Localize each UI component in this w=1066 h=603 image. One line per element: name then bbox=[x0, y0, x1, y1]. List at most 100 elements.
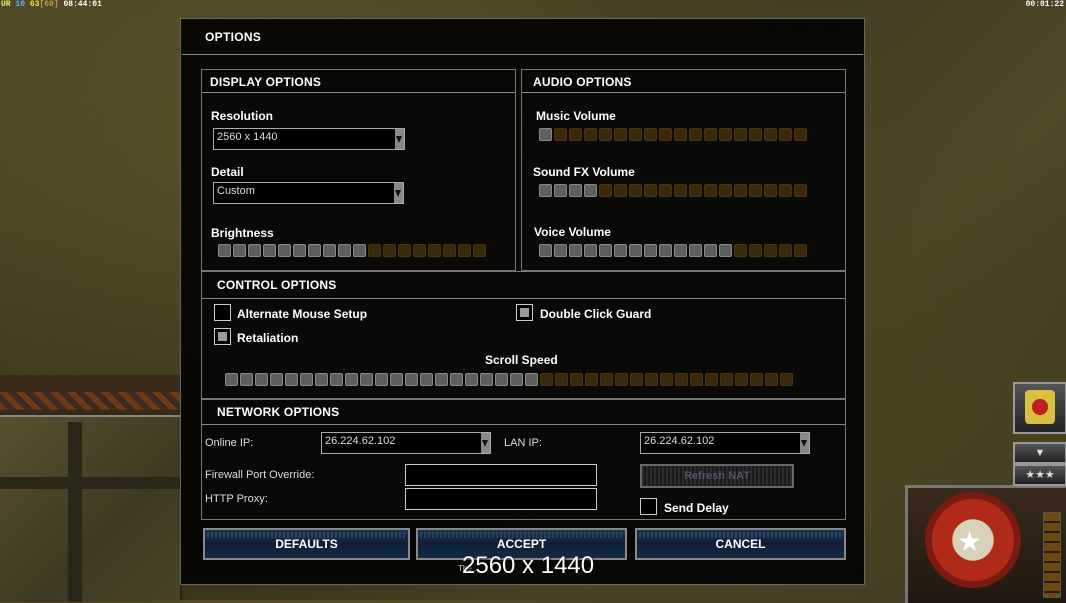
defaults-button[interactable]: DEFAULTS bbox=[203, 528, 410, 560]
scroll-speed-slider[interactable] bbox=[225, 373, 793, 386]
slider-segment[interactable] bbox=[255, 373, 268, 386]
double-click-guard-checkbox[interactable] bbox=[516, 304, 533, 321]
slider-segment[interactable] bbox=[629, 244, 642, 257]
slider-segment[interactable] bbox=[554, 128, 567, 141]
online-ip-select[interactable]: 26.224.62.102 bbox=[321, 432, 491, 454]
slider-segment[interactable] bbox=[338, 244, 351, 257]
cancel-button[interactable]: CANCEL bbox=[635, 528, 846, 560]
slider-segment[interactable] bbox=[735, 373, 748, 386]
slider-segment[interactable] bbox=[375, 373, 388, 386]
slider-segment[interactable] bbox=[278, 244, 291, 257]
slider-segment[interactable] bbox=[719, 184, 732, 197]
slider-segment[interactable] bbox=[233, 244, 246, 257]
lan-ip-select[interactable]: 26.224.62.102 bbox=[640, 432, 810, 454]
slider-segment[interactable] bbox=[794, 184, 807, 197]
slider-segment[interactable] bbox=[240, 373, 253, 386]
slider-segment[interactable] bbox=[308, 244, 321, 257]
collapse-button[interactable]: ▼ bbox=[1013, 442, 1066, 464]
slider-segment[interactable] bbox=[599, 128, 612, 141]
slider-segment[interactable] bbox=[675, 373, 688, 386]
slider-segment[interactable] bbox=[749, 128, 762, 141]
slider-segment[interactable] bbox=[689, 244, 702, 257]
refresh-nat-button[interactable]: Refresh NAT bbox=[640, 464, 794, 488]
slider-segment[interactable] bbox=[614, 128, 627, 141]
slider-segment[interactable] bbox=[539, 184, 552, 197]
slider-segment[interactable] bbox=[629, 184, 642, 197]
http-proxy-input[interactable] bbox=[405, 488, 597, 510]
slider-segment[interactable] bbox=[285, 373, 298, 386]
slider-segment[interactable] bbox=[645, 373, 658, 386]
slider-segment[interactable] bbox=[719, 244, 732, 257]
slider-segment[interactable] bbox=[674, 244, 687, 257]
slider-segment[interactable] bbox=[293, 244, 306, 257]
slider-segment[interactable] bbox=[584, 184, 597, 197]
slider-segment[interactable] bbox=[690, 373, 703, 386]
slider-segment[interactable] bbox=[569, 128, 582, 141]
chevron-down-icon[interactable] bbox=[481, 433, 490, 453]
slider-segment[interactable] bbox=[779, 244, 792, 257]
slider-segment[interactable] bbox=[734, 128, 747, 141]
slider-segment[interactable] bbox=[323, 244, 336, 257]
slider-segment[interactable] bbox=[569, 184, 582, 197]
slider-segment[interactable] bbox=[315, 373, 328, 386]
slider-segment[interactable] bbox=[705, 373, 718, 386]
slider-segment[interactable] bbox=[674, 128, 687, 141]
slider-segment[interactable] bbox=[539, 244, 552, 257]
slider-segment[interactable] bbox=[734, 244, 747, 257]
slider-segment[interactable] bbox=[345, 373, 358, 386]
brightness-slider[interactable] bbox=[218, 244, 486, 257]
slider-segment[interactable] bbox=[629, 128, 642, 141]
slider-segment[interactable] bbox=[383, 244, 396, 257]
music-volume-slider[interactable] bbox=[539, 128, 807, 141]
slider-segment[interactable] bbox=[300, 373, 313, 386]
slider-segment[interactable] bbox=[599, 184, 612, 197]
slider-segment[interactable] bbox=[480, 373, 493, 386]
general-powers-button[interactable] bbox=[1013, 382, 1066, 434]
slider-segment[interactable] bbox=[750, 373, 763, 386]
slider-segment[interactable] bbox=[734, 184, 747, 197]
resolution-select[interactable]: 2560 x 1440 bbox=[213, 128, 405, 150]
slider-segment[interactable] bbox=[539, 128, 552, 141]
voice-volume-slider[interactable] bbox=[539, 244, 807, 257]
slider-segment[interactable] bbox=[525, 373, 538, 386]
slider-segment[interactable] bbox=[584, 128, 597, 141]
slider-segment[interactable] bbox=[704, 244, 717, 257]
slider-segment[interactable] bbox=[413, 244, 426, 257]
slider-segment[interactable] bbox=[510, 373, 523, 386]
slider-segment[interactable] bbox=[368, 244, 381, 257]
slider-segment[interactable] bbox=[458, 244, 471, 257]
slider-segment[interactable] bbox=[749, 244, 762, 257]
slider-segment[interactable] bbox=[420, 373, 433, 386]
slider-segment[interactable] bbox=[659, 128, 672, 141]
slider-segment[interactable] bbox=[450, 373, 463, 386]
slider-segment[interactable] bbox=[248, 244, 261, 257]
slider-segment[interactable] bbox=[360, 373, 373, 386]
chevron-down-icon[interactable] bbox=[395, 129, 404, 149]
sound-fx-volume-slider[interactable] bbox=[539, 184, 807, 197]
detail-select[interactable]: Custom bbox=[213, 182, 404, 204]
slider-segment[interactable] bbox=[555, 373, 568, 386]
slider-segment[interactable] bbox=[689, 184, 702, 197]
rank-button[interactable]: ★★★ bbox=[1013, 464, 1066, 486]
minimap[interactable] bbox=[0, 415, 180, 602]
slider-segment[interactable] bbox=[765, 373, 778, 386]
slider-segment[interactable] bbox=[630, 373, 643, 386]
slider-segment[interactable] bbox=[764, 184, 777, 197]
slider-segment[interactable] bbox=[495, 373, 508, 386]
slider-segment[interactable] bbox=[540, 373, 553, 386]
slider-segment[interactable] bbox=[794, 244, 807, 257]
slider-segment[interactable] bbox=[584, 244, 597, 257]
slider-segment[interactable] bbox=[570, 373, 583, 386]
slider-segment[interactable] bbox=[270, 373, 283, 386]
slider-segment[interactable] bbox=[659, 184, 672, 197]
retaliation-checkbox[interactable] bbox=[214, 328, 231, 345]
slider-segment[interactable] bbox=[660, 373, 673, 386]
slider-segment[interactable] bbox=[599, 244, 612, 257]
slider-segment[interactable] bbox=[398, 244, 411, 257]
chevron-down-icon[interactable] bbox=[394, 183, 403, 203]
slider-segment[interactable] bbox=[794, 128, 807, 141]
slider-segment[interactable] bbox=[465, 373, 478, 386]
slider-segment[interactable] bbox=[764, 128, 777, 141]
slider-segment[interactable] bbox=[689, 128, 702, 141]
slider-segment[interactable] bbox=[764, 244, 777, 257]
